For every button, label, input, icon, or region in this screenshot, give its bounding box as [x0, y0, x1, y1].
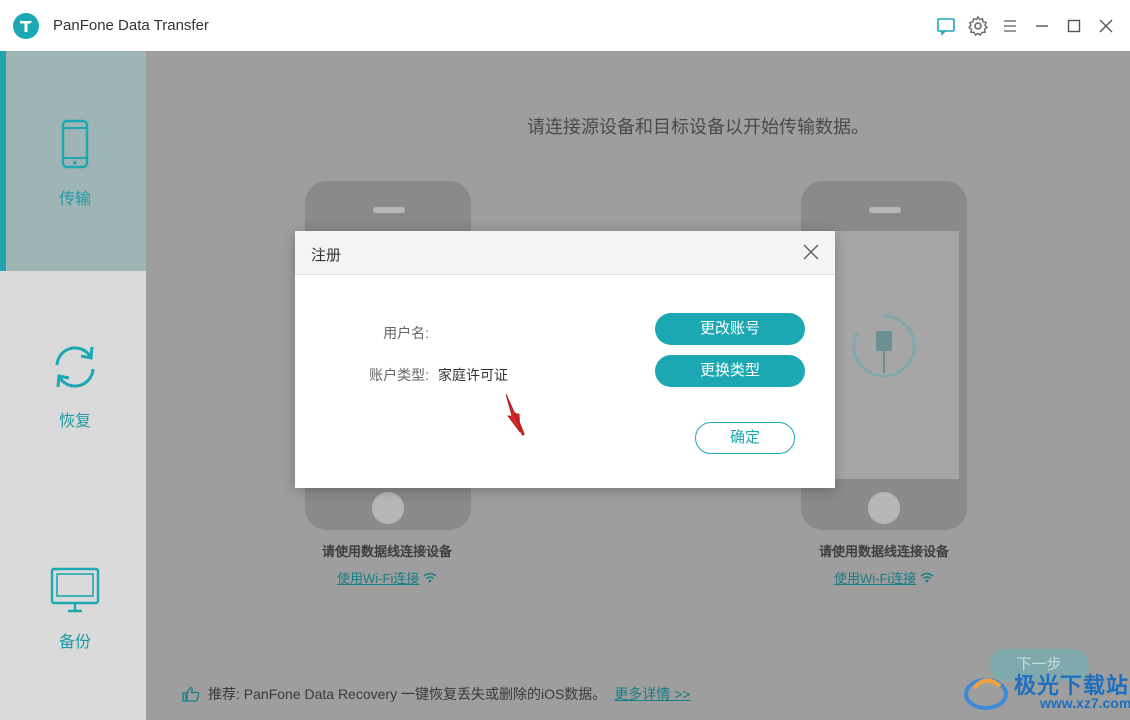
watermark-url: www.xz7.com: [1040, 695, 1130, 711]
maximize-icon[interactable]: [1063, 15, 1085, 37]
sidebar-item-restore[interactable]: 恢复: [0, 271, 146, 491]
dialog-header: 注册: [295, 231, 835, 275]
source-device-caption: 请使用数据线连接设备: [321, 544, 452, 559]
close-icon[interactable]: [1095, 15, 1117, 37]
source-wifi-link[interactable]: 使用Wi-Fi连接: [277, 568, 497, 587]
wifi-link-text[interactable]: 使用Wi-Fi连接: [834, 571, 916, 586]
target-wifi-link[interactable]: 使用Wi-Fi连接: [774, 568, 994, 587]
sidebar-item-label: 恢复: [58, 413, 91, 430]
registration-dialog: 注册 用户名: 账户类型: 家庭许可证 更改账号 更换类型 确定: [295, 231, 835, 488]
gear-icon[interactable]: [967, 15, 989, 37]
dialog-close-icon[interactable]: [801, 242, 821, 262]
sidebar-item-label: 备份: [58, 634, 91, 651]
app-logo-icon: [13, 13, 39, 39]
account-type-value: 家庭许可证: [438, 367, 508, 383]
connect-cable-icon: [852, 314, 916, 378]
more-details-link[interactable]: 更多详情 >>: [614, 686, 690, 702]
refresh-icon: [50, 341, 100, 393]
sidebar-item-transfer[interactable]: 传输: [0, 51, 146, 271]
account-type-label: 账户类型:: [369, 367, 429, 383]
annotation-arrow-icon: [505, 393, 525, 436]
wifi-link-text[interactable]: 使用Wi-Fi连接: [337, 571, 419, 586]
monitor-icon: [50, 565, 100, 617]
change-type-button[interactable]: 更换类型: [655, 355, 805, 387]
title-bar: PanFone Data Transfer: [0, 0, 1130, 52]
phone-speaker: [869, 207, 901, 213]
app-title: PanFone Data Transfer: [53, 17, 209, 34]
wifi-icon: [423, 572, 437, 583]
menu-icon[interactable]: [999, 15, 1021, 37]
sidebar: 传输 恢复 备份: [0, 51, 146, 720]
phone-home-button: [372, 492, 404, 524]
dialog-title: 注册: [311, 247, 342, 264]
phone-icon: [50, 119, 100, 171]
change-account-button[interactable]: 更改账号: [655, 313, 805, 345]
target-device-caption: 请使用数据线连接设备: [818, 544, 949, 559]
username-label: 用户名:: [383, 325, 429, 341]
recommendation-text: 推荐: PanFone Data Recovery 一键恢复丢失或删除的iOS数…: [208, 686, 607, 702]
page-headline: 请连接源设备和目标设备以开始传输数据。: [527, 117, 869, 137]
minimize-icon[interactable]: [1031, 15, 1053, 37]
sidebar-item-label: 传输: [58, 191, 91, 208]
sidebar-item-backup[interactable]: 备份: [0, 491, 146, 711]
wifi-icon: [920, 572, 934, 583]
phone-speaker: [373, 207, 405, 213]
feedback-icon[interactable]: [935, 15, 957, 37]
thumbs-up-icon: [182, 686, 200, 702]
recommendation-footer: 推荐: PanFone Data Recovery 一键恢复丢失或删除的iOS数…: [182, 684, 691, 704]
confirm-button[interactable]: 确定: [695, 422, 795, 454]
phone-home-button: [868, 492, 900, 524]
